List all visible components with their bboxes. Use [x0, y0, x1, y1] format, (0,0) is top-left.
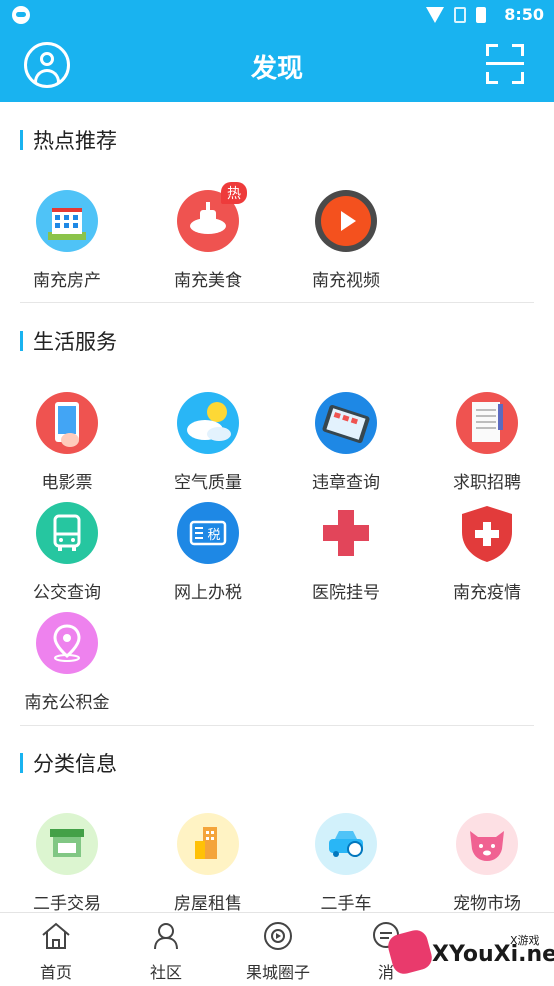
- section-title: 热点推荐: [33, 129, 117, 153]
- location-pin-icon: [36, 612, 98, 674]
- tile-label: 公交查询: [33, 583, 101, 603]
- scan-icon: [486, 62, 524, 65]
- tile-house-rent[interactable]: 房屋租售: [143, 813, 273, 914]
- tab-home[interactable]: 首页: [6, 921, 106, 983]
- phone-hand-icon: [36, 392, 98, 454]
- tile-housing-fund[interactable]: 南充公积金: [2, 612, 132, 713]
- tab-label: 社区: [149, 963, 182, 982]
- tab-label: 果城圈子: [245, 963, 310, 982]
- svg-text:税: 税: [207, 528, 220, 543]
- tile-food[interactable]: 热 南充美食: [143, 182, 273, 291]
- tile-epidemic[interactable]: 南充疫情: [422, 502, 552, 603]
- section-classified-header: 分类信息: [20, 751, 117, 776]
- status-time: 8:50: [504, 5, 544, 24]
- house-icon: [177, 813, 239, 875]
- tile-label: 求职招聘: [453, 473, 521, 493]
- tile-label: 南充视频: [312, 271, 380, 291]
- hot-badge: 热: [221, 182, 247, 204]
- tile-bus[interactable]: 公交查询: [2, 502, 132, 603]
- tile-real-estate[interactable]: 南充房产: [2, 190, 132, 291]
- tile-label: 二手车: [320, 894, 372, 914]
- no-sim-icon: [454, 7, 466, 23]
- building-icon: [36, 190, 98, 252]
- play-icon: [315, 190, 377, 252]
- tile-label: 网上办税: [174, 583, 242, 603]
- car-icon: [315, 813, 377, 875]
- tile-used-car[interactable]: 二手车: [281, 813, 411, 914]
- weather-icon: [177, 392, 239, 454]
- community-icon: [150, 921, 182, 951]
- tile-hospital[interactable]: 医院挂号: [281, 502, 411, 603]
- tile-second-hand[interactable]: 二手交易: [2, 813, 132, 914]
- battery-icon: [476, 7, 486, 23]
- section-title: 生活服务: [33, 330, 117, 354]
- section-title: 分类信息: [33, 752, 117, 776]
- section-hot-header: 热点推荐: [20, 128, 117, 153]
- watermark-text: XYouXi.net: [432, 942, 554, 967]
- scan-button[interactable]: [486, 44, 524, 84]
- tab-community[interactable]: 社区: [116, 921, 216, 983]
- tablet-icon: [315, 392, 377, 454]
- notification-app-icon: [12, 6, 30, 24]
- tile-label: 二手交易: [33, 894, 101, 914]
- tax-icon: 税: [177, 502, 239, 564]
- medical-cross-icon: [315, 502, 377, 564]
- section-divider: [20, 725, 534, 726]
- tab-label: 首页: [39, 963, 72, 982]
- tile-label: 南充公积金: [24, 693, 110, 713]
- tile-video[interactable]: 南充视频: [281, 190, 411, 291]
- watermark: X游戏 XYouXi.net: [385, 920, 554, 982]
- bus-icon: [36, 502, 98, 564]
- pet-icon: [456, 813, 518, 875]
- tile-label: 南充房产: [33, 271, 101, 291]
- status-bar: 8:50: [0, 0, 554, 30]
- tile-label: 违章查询: [312, 473, 380, 493]
- section-life-header: 生活服务: [20, 329, 117, 354]
- tile-violation-check[interactable]: 违章查询: [281, 392, 411, 493]
- tile-label: 医院挂号: [312, 583, 380, 603]
- shield-cross-icon: [456, 502, 518, 564]
- tile-movie-ticket[interactable]: 电影票: [2, 392, 132, 493]
- tile-jobs[interactable]: 求职招聘: [422, 392, 552, 493]
- hotpot-icon: 热: [177, 182, 247, 252]
- tile-pet-market[interactable]: 宠物市场: [422, 813, 552, 914]
- tile-air-quality[interactable]: 空气质量: [143, 392, 273, 493]
- tile-label: 南充美食: [174, 271, 242, 291]
- tile-label: 宠物市场: [453, 894, 521, 914]
- tile-label: 空气质量: [174, 473, 242, 493]
- tile-label: 房屋租售: [174, 894, 242, 914]
- tile-label: 南充疫情: [453, 583, 521, 603]
- page-title: 发现: [250, 54, 303, 84]
- app-header: 发现: [0, 30, 554, 102]
- home-icon: [40, 921, 72, 951]
- tab-circle[interactable]: 果城圈子: [228, 921, 328, 983]
- wifi-icon: [426, 7, 444, 23]
- circle-icon: [262, 921, 294, 951]
- market-stall-icon: [36, 813, 98, 875]
- section-divider: [20, 302, 534, 303]
- resume-icon: [456, 392, 518, 454]
- tile-tax[interactable]: 税 网上办税: [143, 502, 273, 603]
- gamepad-logo-icon: [385, 927, 435, 977]
- tile-label: 电影票: [41, 473, 93, 493]
